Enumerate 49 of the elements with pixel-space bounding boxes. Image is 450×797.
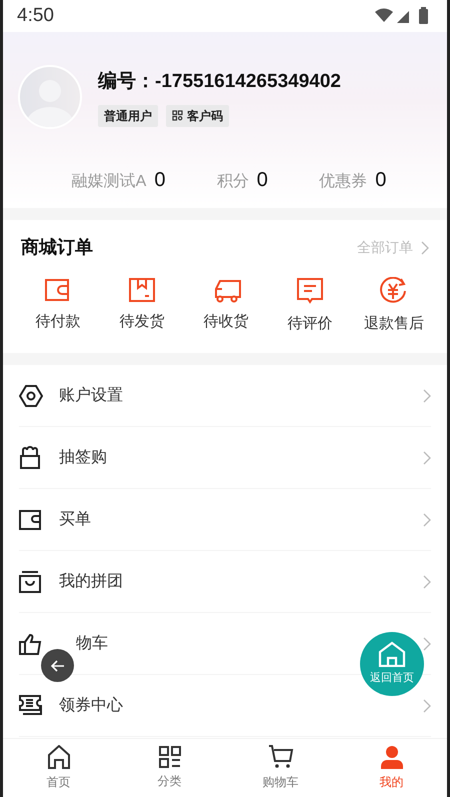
chevron-icon [421, 240, 429, 254]
chevron-icon [423, 512, 431, 526]
user-tag: 普通用户 [98, 104, 158, 127]
comment-icon [296, 277, 324, 305]
menu-item[interactable]: 买单 [19, 489, 431, 551]
tab-item[interactable]: 分类 [124, 746, 214, 790]
stat-value: 0 [154, 168, 166, 193]
chevron-icon [423, 388, 431, 402]
order-status-item[interactable]: 待发货 [107, 277, 177, 336]
settings-icon [19, 384, 43, 406]
section-title: 商城订单 [21, 236, 93, 259]
wallet-icon [44, 277, 72, 303]
user-id: 编号：-17551614265349402 [98, 70, 341, 94]
tab-item[interactable]: 首页 [14, 745, 104, 791]
bag-icon [19, 570, 41, 592]
tab-item[interactable]: 我的 [346, 745, 436, 791]
ticket-icon [19, 694, 43, 716]
order-status-item[interactable]: 待收货 [191, 277, 261, 336]
qr-icon [172, 110, 183, 122]
status-time: 4:50 [17, 4, 54, 28]
chevron-icon [423, 636, 431, 650]
stat-value: 0 [256, 168, 268, 193]
order-status-item[interactable]: 退款售后 [359, 277, 429, 336]
tab-item[interactable]: 购物车 [236, 745, 326, 791]
home-icon [378, 641, 406, 668]
grid-icon [158, 746, 180, 768]
menu-item[interactable]: 抽签购 [19, 427, 431, 489]
user-tag[interactable]: 客户码 [166, 104, 229, 127]
chevron-icon [423, 450, 431, 464]
chevron-icon [423, 698, 431, 712]
menu-item[interactable]: 我的拼团 [19, 551, 431, 613]
stat-label: 融媒测试A [72, 172, 146, 192]
stat-value: 0 [375, 168, 386, 193]
parcel-icon [128, 277, 156, 303]
menu-item[interactable]: 账户设置 [19, 365, 431, 427]
order-status-item[interactable]: 待付款 [23, 277, 93, 336]
crown-box-icon [19, 446, 41, 470]
back-button[interactable] [41, 649, 74, 682]
chevron-icon [423, 574, 431, 588]
cart-icon [268, 745, 294, 769]
order-status-item[interactable]: 待评价 [275, 277, 345, 336]
back-arrow-icon [50, 660, 64, 672]
home-icon [46, 745, 70, 769]
stat-label: 积分 [216, 172, 249, 192]
refund-icon [379, 277, 409, 305]
wallet-icon [19, 510, 41, 530]
thumbs-up-icon [19, 632, 43, 654]
stat-label: 优惠券 [319, 172, 368, 192]
user-icon [380, 745, 404, 769]
